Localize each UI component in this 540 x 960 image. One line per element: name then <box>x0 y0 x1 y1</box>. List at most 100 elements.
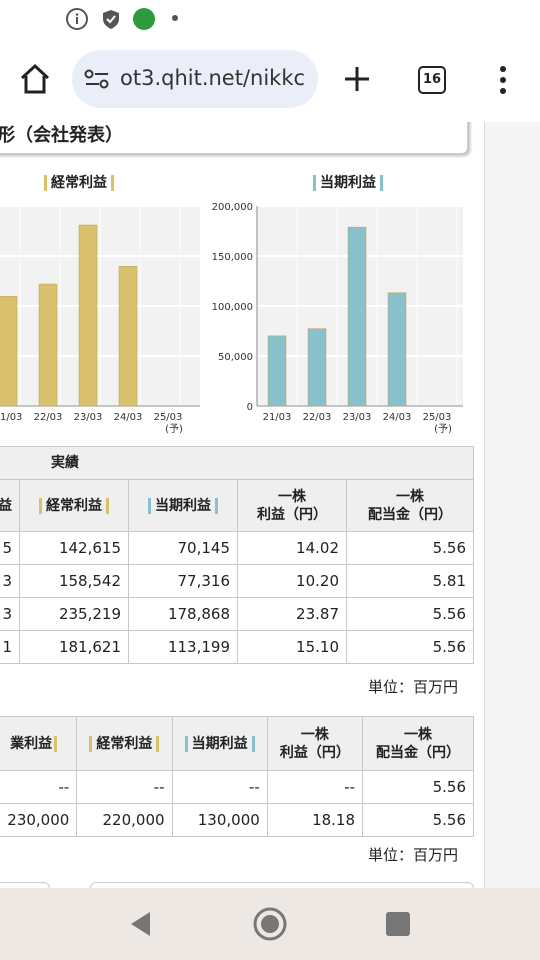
x-tick-label: 21/03 <box>263 412 292 423</box>
bar <box>347 226 367 407</box>
forecast-unit-label: 単位：百万円 <box>368 846 459 864</box>
results-eps-header: 一株 利益（円） <box>237 479 347 532</box>
page-right-gutter <box>484 122 540 888</box>
table-cell: 178,868 <box>128 597 238 631</box>
bar <box>267 335 287 407</box>
table-cell: 77,316 <box>128 564 238 598</box>
x-tick-label: 21/03 <box>0 412 22 423</box>
ordinary-profit-chart-title: 経常利益 <box>44 172 114 192</box>
home-icon[interactable] <box>18 62 52 100</box>
y-tick-label: 50,000 <box>218 352 253 363</box>
app-notification-icon <box>133 8 155 30</box>
x-tick-label: 25/03 <box>423 412 452 423</box>
table-cell: -- <box>266 770 364 804</box>
table-row: 1 181,621 113,199 15.10 5.56 <box>0 630 474 664</box>
page-content: 形（会社発表） 経常利益 21/0322/0323/0324/0325/03(予… <box>0 122 540 888</box>
results-net-header: 当期利益 <box>128 479 238 532</box>
home-nav-icon[interactable] <box>252 906 288 946</box>
table-row: 3 158,542 77,316 10.20 5.81 <box>0 564 474 598</box>
results-col0-header: 益 <box>0 479 20 532</box>
x-tick-label: 23/03 <box>74 412 103 423</box>
section-title: 形（会社発表） <box>0 125 123 146</box>
table-cell: -- <box>76 770 173 804</box>
forecast-net-header: 当期利益 <box>171 716 268 771</box>
table-cell: 5.56 <box>362 803 474 837</box>
status-bar <box>0 0 540 40</box>
ordinary-profit-chart: 経常利益 21/03 22/03 23/03 24/03 25/03(予) <box>0 164 205 434</box>
forecast-label: (予) <box>434 423 452 434</box>
bar <box>0 296 18 407</box>
section-header-box: 形（会社発表） <box>0 122 468 154</box>
x-tick-label: 24/03 <box>114 412 143 423</box>
table-cell: 14.02 <box>237 531 347 565</box>
results-dividend-header: 一株 配当金（円） <box>346 479 474 532</box>
table-row: 230,000 220,000 130,000 18.18 5.56 <box>0 803 474 837</box>
recents-icon[interactable] <box>386 912 410 936</box>
table-cell: 1 <box>0 630 20 664</box>
table-cell: 5.81 <box>346 564 474 598</box>
table-cell: 142,615 <box>19 531 129 565</box>
table-cell: -- <box>0 770 78 804</box>
results-table: 実績 益 経常利益 当期利益 一株 利益（円） 一株 配当金（円） 5 142,61… <box>0 446 474 664</box>
net-profit-chart-title: 当期利益 <box>313 172 383 192</box>
more-notifications-dot-icon <box>172 15 178 21</box>
browser-toolbar: ot3.qhit.net/nikkc 16 <box>0 40 540 123</box>
table-cell: 220,000 <box>76 803 173 837</box>
table-cell: 130,000 <box>171 803 268 837</box>
system-nav-bar <box>0 888 540 960</box>
url-text[interactable]: ot3.qhit.net/nikkc <box>120 66 310 90</box>
shield-icon <box>100 8 122 30</box>
table-cell: 113,199 <box>128 630 238 664</box>
x-tick-label: 24/03 <box>383 412 412 423</box>
y-tick-label: 150,000 <box>212 252 253 263</box>
y-tick-label: 200,000 <box>212 202 253 213</box>
table-cell: 70,145 <box>128 531 238 565</box>
table-row: 5 142,615 70,145 14.02 5.56 <box>0 531 474 565</box>
forecast-table: 業利益 経常利益 当期利益 一株 利益（円） 一株 配当金（円） -- -- -- … <box>0 716 474 837</box>
table-cell: 235,219 <box>19 597 129 631</box>
results-caption: 実績 <box>0 446 474 480</box>
table-cell: 5.56 <box>346 597 474 631</box>
forecast-eps-header: 一株 利益（円） <box>266 716 364 771</box>
x-tick-label: 22/03 <box>303 412 332 423</box>
table-cell: 3 <box>0 597 20 631</box>
table-cell: 10.20 <box>237 564 347 598</box>
y-tick-label: 0 <box>247 402 253 413</box>
y-tick-label: 100,000 <box>212 302 253 313</box>
bar <box>78 224 98 407</box>
table-cell: 18.18 <box>266 803 364 837</box>
table-cell: 5.56 <box>362 770 474 804</box>
table-cell: -- <box>171 770 268 804</box>
x-tick-label: 22/03 <box>34 412 63 423</box>
table-row: -- -- -- -- 5.56 <box>0 770 474 804</box>
forecast-label: (予) <box>165 423 183 434</box>
table-cell: 3 <box>0 564 20 598</box>
forecast-dividend-header: 一株 配当金（円） <box>362 716 474 771</box>
table-cell: 230,000 <box>0 803 78 837</box>
more-menu-icon[interactable] <box>496 64 510 100</box>
table-cell: 5 <box>0 531 20 565</box>
bar <box>38 283 58 407</box>
table-cell: 5.56 <box>346 531 474 565</box>
table-cell: 15.10 <box>237 630 347 664</box>
net-profit-chart-svg: 200,000 150,000 100,000 50,000 0 21/03 22/03 23… <box>212 202 463 434</box>
x-tick-label: 23/03 <box>343 412 372 423</box>
tab-switcher-button[interactable]: 16 <box>418 66 446 94</box>
bar <box>307 328 327 407</box>
forecast-ordinary-header: 経常利益 <box>76 716 173 771</box>
table-cell: 181,621 <box>19 630 129 664</box>
ordinary-profit-chart-svg: 21/03 22/03 23/03 24/03 25/03(予) <box>0 205 200 434</box>
bar <box>387 292 407 407</box>
table-cell: 23.87 <box>237 597 347 631</box>
results-ordinary-header: 経常利益 <box>19 479 129 532</box>
table-cell: 5.56 <box>346 630 474 664</box>
table-cell: 158,542 <box>19 564 129 598</box>
results-unit-label: 単位：百万円 <box>368 678 459 696</box>
info-icon <box>66 8 88 30</box>
back-icon[interactable] <box>128 910 154 942</box>
address-bar[interactable]: ot3.qhit.net/nikkc <box>72 50 318 108</box>
site-settings-icon[interactable] <box>84 68 110 94</box>
bar <box>118 266 138 407</box>
new-tab-icon[interactable] <box>342 64 372 98</box>
table-row: 3 235,219 178,868 23.87 5.56 <box>0 597 474 631</box>
